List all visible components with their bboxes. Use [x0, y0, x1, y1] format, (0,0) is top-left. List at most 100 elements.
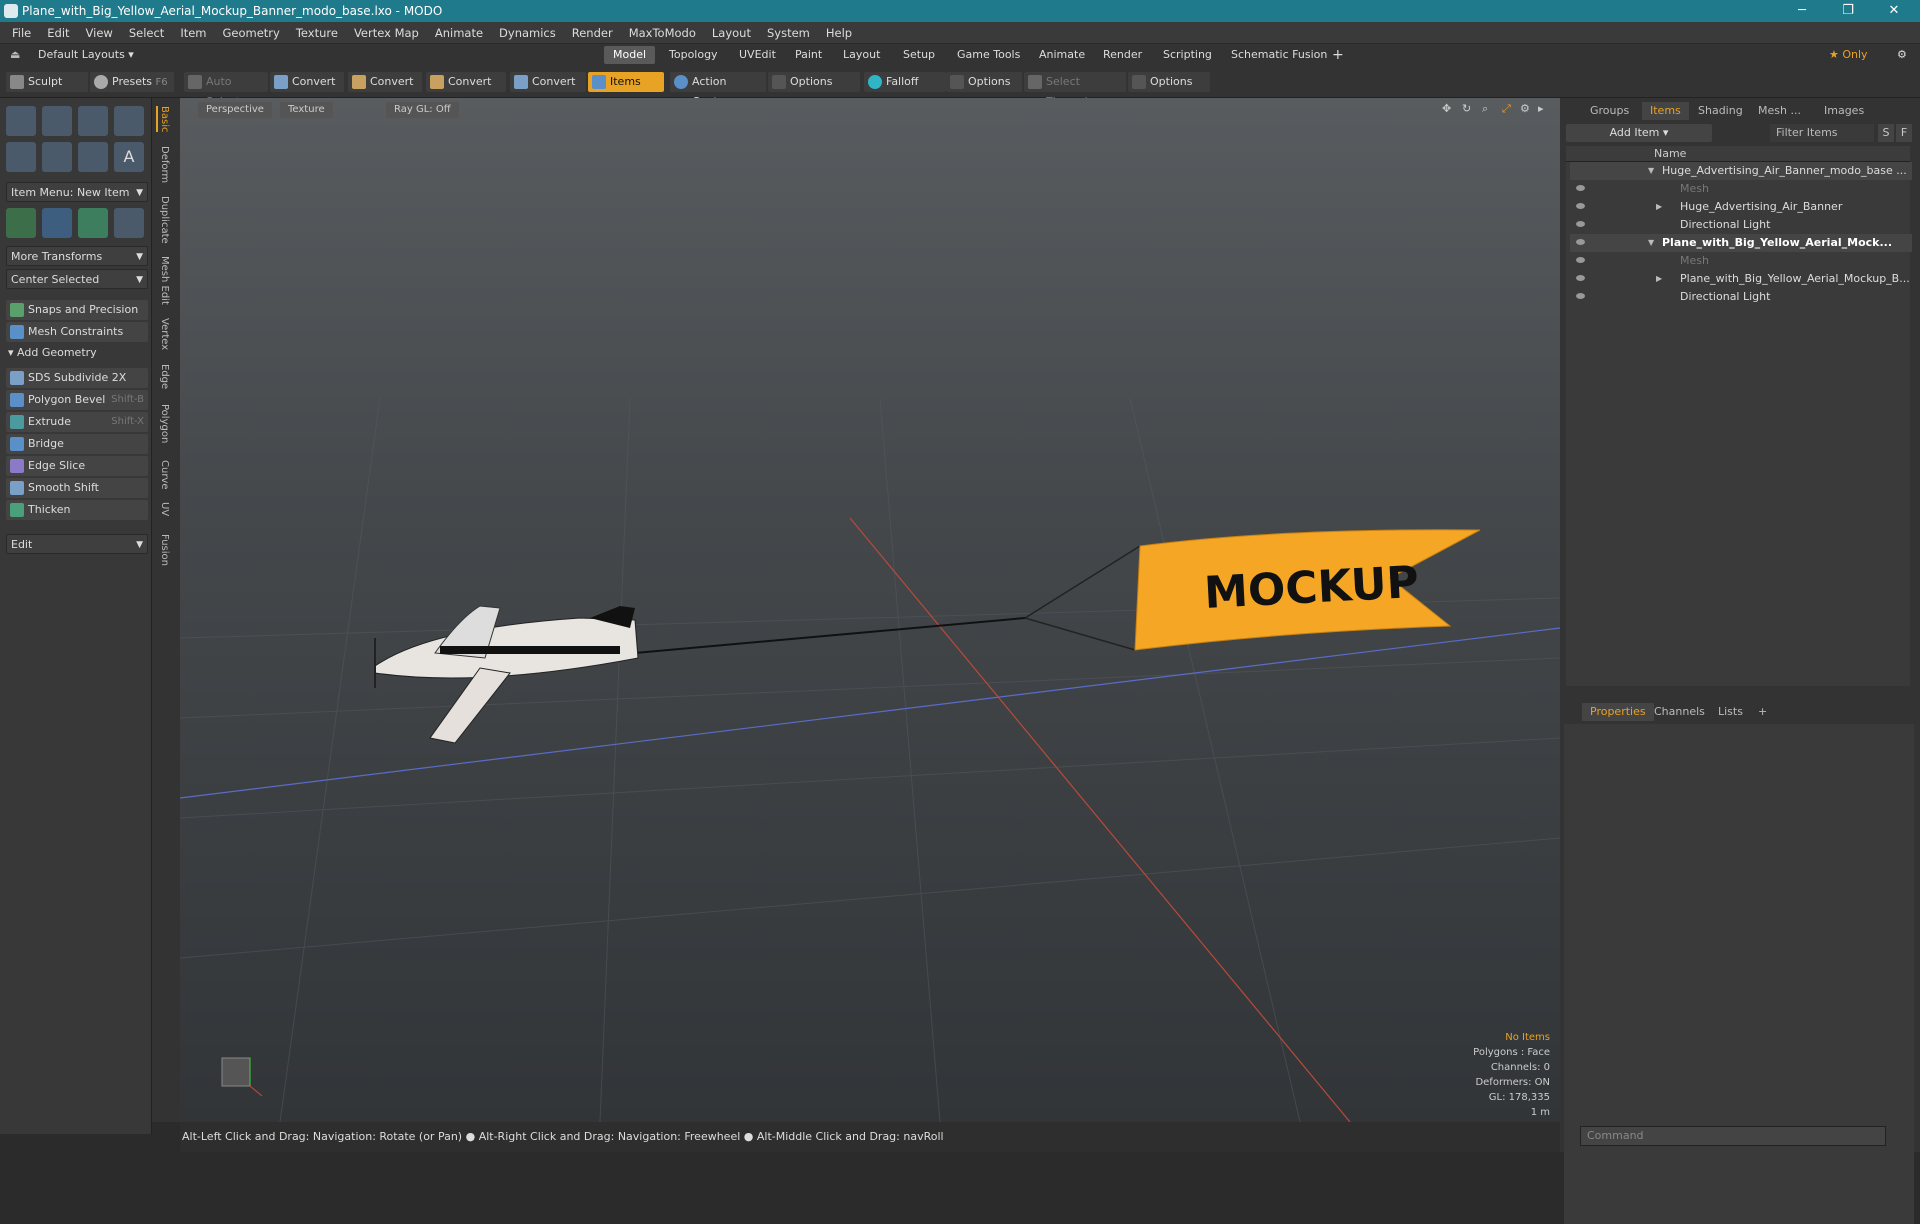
- settings-icon[interactable]: ⚙: [1520, 102, 1530, 115]
- zoom-icon[interactable]: ⌕: [1482, 102, 1488, 116]
- items-mode-button[interactable]: Items: [588, 72, 664, 92]
- transform-icon[interactable]: [6, 208, 36, 238]
- maximize-button[interactable]: ❐: [1826, 0, 1870, 22]
- filter-items-input[interactable]: Filter Items: [1770, 124, 1874, 142]
- menu-view[interactable]: View: [78, 22, 121, 44]
- menu-select[interactable]: Select: [121, 22, 172, 44]
- tab-layout[interactable]: Layout: [834, 46, 889, 64]
- smooth-shift-button[interactable]: Smooth Shift: [6, 478, 148, 498]
- action-center-button[interactable]: Action Center: [670, 72, 766, 108]
- raygl-button[interactable]: Ray GL: Off: [386, 102, 459, 118]
- mesh-constraints-button[interactable]: Mesh Constraints: [6, 322, 148, 342]
- vtab-basic[interactable]: Basic: [156, 106, 170, 133]
- tab-scripting[interactable]: Scripting: [1154, 46, 1221, 64]
- tab-topology[interactable]: Topology: [660, 46, 727, 64]
- tab-channels[interactable]: Channels: [1646, 703, 1713, 721]
- menu-render[interactable]: Render: [564, 22, 621, 44]
- extrude-button[interactable]: Extrude Shift-X: [6, 412, 148, 432]
- 3d-viewport[interactable]: MOCKUP Perspective Texture Ray GL: Off ✥…: [180, 98, 1560, 1122]
- menu-system[interactable]: System: [759, 22, 818, 44]
- globe-icon[interactable]: [78, 208, 108, 238]
- text-tool-icon[interactable]: A: [114, 142, 144, 172]
- texture-button[interactable]: Texture: [280, 102, 333, 118]
- name-column[interactable]: Name: [1654, 147, 1686, 160]
- edge-slice-button[interactable]: Edge Slice: [6, 456, 148, 476]
- cylinder-icon[interactable]: [78, 106, 108, 136]
- menu-animate[interactable]: Animate: [427, 22, 491, 44]
- list-item[interactable]: ▼ Plane_with_Big_Yellow_Aerial_Mock...: [1570, 234, 1912, 252]
- tab-lists[interactable]: Lists: [1710, 703, 1751, 721]
- vtab-uv[interactable]: UV: [156, 502, 170, 516]
- menu-file[interactable]: File: [0, 22, 39, 44]
- add-geometry-header[interactable]: ▾ Add Geometry: [8, 346, 97, 359]
- tab-shading[interactable]: Shading: [1690, 102, 1751, 120]
- tab-properties[interactable]: Properties: [1582, 703, 1654, 721]
- pan-icon[interactable]: ✥: [1442, 102, 1451, 115]
- snaps-precision-button[interactable]: Snaps and Precision: [6, 300, 148, 320]
- action-center-options-button[interactable]: Options: [768, 72, 860, 92]
- falloff-options-button[interactable]: Options: [946, 72, 1022, 92]
- vtab-polygon[interactable]: Polygon: [156, 404, 170, 443]
- tab-schematic-fusion[interactable]: Schematic Fusion: [1222, 46, 1336, 64]
- perspective-button[interactable]: Perspective: [198, 102, 272, 118]
- capsule-icon[interactable]: [42, 142, 72, 172]
- tab-render[interactable]: Render: [1094, 46, 1151, 64]
- falloff-button[interactable]: Falloff: [864, 72, 946, 92]
- select-options-button[interactable]: Options: [1128, 72, 1210, 92]
- tab-images[interactable]: Images: [1816, 102, 1872, 120]
- convert-polygons-button[interactable]: Convert: [426, 72, 506, 92]
- list-item[interactable]: Directional Light: [1570, 216, 1912, 234]
- default-layouts-dropdown[interactable]: Default Layouts ▾: [38, 48, 134, 61]
- select-through-button[interactable]: Select Through: [1024, 72, 1126, 108]
- tab-mesh[interactable]: Mesh ...: [1750, 102, 1809, 120]
- vtab-mesh-edit[interactable]: Mesh Edit: [156, 256, 170, 305]
- item-menu-dropdown[interactable]: Item Menu: New Item ▼: [6, 182, 148, 202]
- tab-model[interactable]: Model: [604, 46, 656, 64]
- menu-item[interactable]: Item: [172, 22, 214, 44]
- layout-toggle-icon[interactable]: ⏏: [10, 48, 20, 61]
- vtab-vertex[interactable]: Vertex: [156, 318, 170, 350]
- polygon-bevel-button[interactable]: Polygon Bevel Shift-B: [6, 390, 148, 410]
- list-item[interactable]: Mesh: [1570, 180, 1912, 198]
- torus-icon[interactable]: [6, 142, 36, 172]
- more-transforms-dropdown[interactable]: More Transforms ▼: [6, 246, 148, 266]
- only-toggle[interactable]: ★ Only: [1820, 46, 1877, 64]
- menu-dynamics[interactable]: Dynamics: [491, 22, 564, 44]
- list-item[interactable]: ▶ Huge_Advertising_Air_Banner: [1570, 198, 1912, 216]
- gear-icon[interactable]: ⚙: [1888, 46, 1916, 64]
- add-item-button[interactable]: Add Item ▾: [1566, 124, 1712, 142]
- close-button[interactable]: ✕: [1872, 0, 1916, 22]
- tab-items[interactable]: Items: [1642, 102, 1689, 120]
- cube-icon[interactable]: [6, 106, 36, 136]
- tab-paint[interactable]: Paint: [786, 46, 831, 64]
- menu-edit[interactable]: Edit: [39, 22, 77, 44]
- pen-icon[interactable]: [78, 142, 108, 172]
- convert-materials-button[interactable]: Convert: [510, 72, 586, 92]
- grid-icon[interactable]: [42, 208, 72, 238]
- auto-select-button[interactable]: Auto Select: [184, 72, 268, 108]
- tab-game-tools[interactable]: Game Tools: [948, 46, 1029, 64]
- f-button[interactable]: F: [1896, 124, 1912, 142]
- thicken-button[interactable]: Thicken: [6, 500, 148, 520]
- sphere-icon[interactable]: [42, 106, 72, 136]
- menu-texture[interactable]: Texture: [288, 22, 346, 44]
- tab-groups[interactable]: Groups: [1582, 102, 1637, 120]
- add-tab-button[interactable]: +: [1328, 46, 1348, 64]
- menu-help[interactable]: Help: [818, 22, 860, 44]
- sds-subdivide-button[interactable]: SDS Subdivide 2X: [6, 368, 148, 388]
- tab-uvedit[interactable]: UVEdit: [730, 46, 785, 64]
- add-panel-tab[interactable]: +: [1750, 703, 1775, 721]
- list-item[interactable]: Directional Light: [1570, 288, 1912, 306]
- minimize-button[interactable]: ─: [1780, 0, 1824, 22]
- convert-vertices-button[interactable]: Convert: [270, 72, 344, 92]
- list-item[interactable]: ▶ Plane_with_Big_Yellow_Aerial_Mockup_B..…: [1570, 270, 1912, 288]
- expand-icon[interactable]: ▸: [1538, 102, 1544, 115]
- tab-animate[interactable]: Animate: [1030, 46, 1094, 64]
- pyramid-icon[interactable]: [114, 208, 144, 238]
- bridge-button[interactable]: Bridge: [6, 434, 148, 454]
- presets-button[interactable]: Presets F6: [90, 72, 174, 92]
- list-item[interactable]: Mesh: [1570, 252, 1912, 270]
- sculpt-button[interactable]: Sculpt: [6, 72, 88, 92]
- rotate-icon[interactable]: ↻: [1462, 102, 1471, 115]
- vtab-duplicate[interactable]: Duplicate: [156, 196, 170, 244]
